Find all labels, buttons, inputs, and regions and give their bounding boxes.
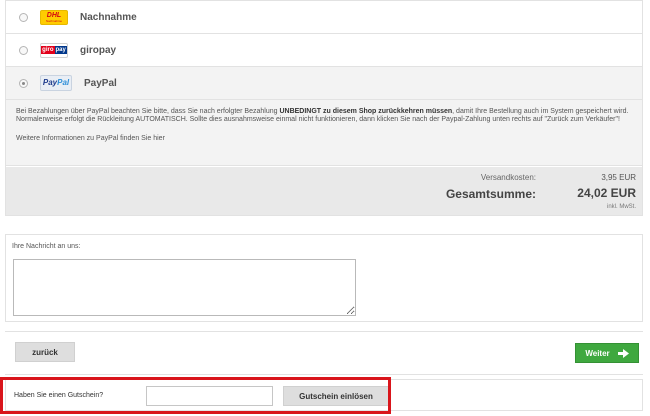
back-button[interactable]: zurück <box>15 342 75 362</box>
order-totals: Versandkosten: 3,95 EUR Gesamtsumme: 24,… <box>6 167 642 215</box>
payment-option-nachnahme[interactable]: DHL Nachnahme Nachnahme <box>6 1 642 34</box>
grand-total-value: 24,02 EUR <box>577 186 636 200</box>
paypal-info-link[interactable]: Weitere Informationen zu PayPal finden S… <box>16 135 632 142</box>
payment-option-paypal[interactable]: Pay Pal PayPal <box>6 67 642 100</box>
paypal-logo-icon: Pay Pal <box>40 75 72 91</box>
payment-label-paypal: PayPal <box>84 77 117 89</box>
payment-option-giropay[interactable]: giro pay giropay <box>6 34 642 67</box>
dhl-logo-text: DHL <box>46 11 62 19</box>
shipping-cost-value: 3,95 EUR <box>601 173 636 182</box>
payment-methods-panel: DHL Nachnahme Nachnahme giro pay giropay … <box>5 0 643 216</box>
paypal-info-text-bold: UNBEDINGT zu diesem Shop zurückkehren mü… <box>279 108 453 115</box>
giropay-logo-text-2: pay <box>54 46 67 54</box>
payment-radio-paypal[interactable] <box>19 78 28 88</box>
arrow-right-icon <box>617 348 629 358</box>
giropay-logo-text-1: giro <box>41 46 55 54</box>
shipping-cost-label: Versandkosten: <box>480 173 536 182</box>
payment-label-giropay: giropay <box>80 44 117 56</box>
paypal-logo-text-1: Pay <box>42 78 58 87</box>
next-button[interactable]: Weiter <box>575 343 639 363</box>
voucher-highlight-frame <box>0 377 391 414</box>
vat-note: inkl. MwSt. <box>606 204 636 210</box>
grand-total-label: Gesamtsumme: <box>445 187 536 201</box>
paypal-info-text: Bei Bezahlungen über PayPal beachten Sie… <box>16 108 632 124</box>
paypal-info-text-start: Bei Bezahlungen über PayPal beachten Sie… <box>16 108 280 115</box>
message-label: Ihre Nachricht an uns: <box>12 243 81 250</box>
dhl-logo-icon: DHL Nachnahme <box>40 9 68 25</box>
payment-radio-nachnahme[interactable] <box>19 12 28 22</box>
paypal-logo-text-2: Pal <box>57 78 70 87</box>
dhl-logo-subtext: Nachnahme <box>45 18 63 23</box>
payment-label-nachnahme: Nachnahme <box>80 11 137 23</box>
next-button-label: Weiter <box>585 348 610 358</box>
payment-radio-giropay[interactable] <box>19 45 28 55</box>
message-textarea[interactable] <box>13 259 356 316</box>
checkout-navigation: zurück Weiter <box>5 331 643 375</box>
paypal-info-box: Bei Bezahlungen über PayPal beachten Sie… <box>6 100 642 166</box>
message-panel: Ihre Nachricht an uns: <box>5 234 643 322</box>
giropay-logo-icon: giro pay <box>40 42 68 58</box>
